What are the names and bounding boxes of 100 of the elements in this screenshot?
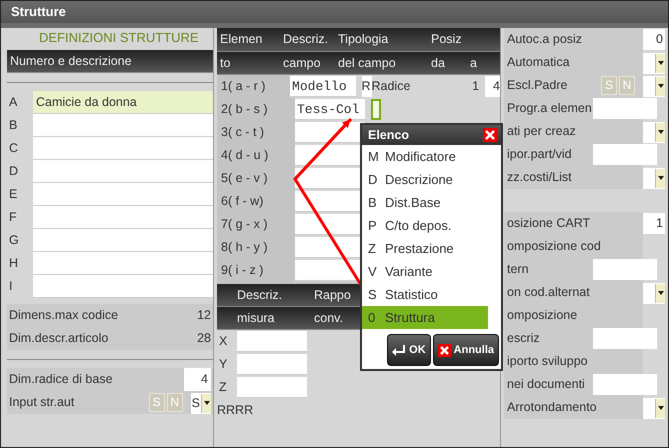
measure-label: Y [218, 356, 228, 373]
measure-label: Z [218, 379, 228, 396]
setting-value: 12 [197, 307, 211, 324]
description-field[interactable]: Tess-Col [295, 99, 365, 120]
type-name: Radice [372, 78, 410, 95]
column-header: Descriz. [237, 287, 284, 304]
setting-label: omposizione [504, 304, 643, 327]
column-header: conv. [314, 310, 344, 327]
description-field[interactable] [33, 229, 213, 252]
list-item[interactable]: V Variante [362, 260, 488, 283]
element-label: 5( e - v ) [217, 167, 295, 190]
position-from: 1 [471, 78, 480, 95]
setting-label: Input str.aut [9, 394, 74, 411]
type-field[interactable] [371, 99, 381, 120]
row-letter: D [8, 163, 20, 180]
dropdown-field[interactable] [643, 76, 665, 96]
column-header: Tipologia [337, 31, 390, 48]
column-header: Numero e descrizione [7, 50, 213, 73]
dropdown-arrow-icon [658, 130, 664, 134]
input-field[interactable] [593, 259, 657, 280]
measure-field[interactable] [237, 331, 307, 352]
measure-field[interactable] [237, 377, 307, 398]
row-letter: I [8, 278, 14, 295]
setting-label: Dim.descr.articolo [9, 330, 108, 347]
dropdown-arrow-icon [658, 84, 664, 88]
description-field[interactable]: Modello [290, 76, 356, 97]
window-title: Strutture [1, 1, 668, 28]
setting-label: on cod.alternat [504, 281, 643, 304]
setting-label: ati per creaz [504, 120, 643, 143]
column-header: Posiz [430, 31, 463, 48]
element-label: 9( i - z ) [217, 259, 295, 282]
row-letter: B [8, 117, 18, 134]
number-field[interactable]: 4 [184, 368, 211, 391]
dropdown-field[interactable] [643, 52, 665, 74]
description-field[interactable] [33, 114, 213, 137]
column-header: Rappo [314, 287, 352, 304]
measure-label: X [218, 333, 228, 350]
description-field[interactable] [33, 206, 213, 229]
setting-label: Arrotondamento [504, 396, 643, 419]
column-header: a [469, 55, 478, 72]
list-item[interactable]: S Statistico [362, 283, 488, 306]
dropdown-arrow-icon [658, 176, 664, 180]
setting-label: Automatica [504, 51, 643, 74]
dropdown-field[interactable] [643, 398, 665, 418]
list-item[interactable]: B Dist.Base [362, 191, 488, 214]
dropdown-arrow-icon [658, 406, 664, 410]
element-label: 1( a - r ) [217, 75, 290, 98]
setting-value: 28 [197, 330, 211, 347]
enter-icon [392, 344, 406, 356]
description-field[interactable] [33, 137, 213, 160]
dropdown-arrow-icon [658, 291, 664, 295]
popup-title: Elenco [368, 127, 409, 144]
column-header: to [219, 55, 232, 72]
setting-label: Autoc.a posiz [504, 28, 643, 51]
setting-value[interactable]: 1 [643, 213, 665, 234]
measure-field[interactable] [237, 354, 307, 375]
dropdown-arrow-icon [204, 401, 210, 405]
ok-button[interactable]: OK [387, 334, 431, 366]
row-letter: C [8, 140, 20, 157]
list-item[interactable]: P C/to depos. [362, 214, 488, 237]
input-field[interactable] [593, 374, 657, 395]
element-label: 2( b - s ) [217, 98, 295, 121]
column-header: da [430, 55, 446, 72]
row-letter: A [8, 94, 18, 111]
description-field[interactable] [33, 183, 213, 206]
list-item[interactable]: Z Prestazione [362, 237, 488, 260]
element-label: 3( c - t ) [217, 121, 295, 144]
dropdown-field[interactable] [643, 168, 665, 188]
setting-label: Dim.radice di base [9, 371, 113, 388]
description-field[interactable]: Camicie da donna [33, 91, 213, 114]
type-field[interactable]: R [362, 76, 372, 97]
setting-label: zz.costi/List [504, 166, 643, 189]
list-item[interactable]: 0 Struttura [362, 306, 488, 329]
description-field[interactable] [33, 275, 213, 298]
dropdown-field[interactable] [643, 282, 665, 304]
column-header: Descriz. [282, 31, 330, 48]
input-field[interactable] [593, 144, 657, 165]
setting-value[interactable]: 0 [643, 29, 665, 50]
close-icon [438, 344, 451, 356]
setting-label: omposizione cod [504, 235, 643, 258]
input-field[interactable] [593, 98, 657, 119]
footer-text: RRRR [217, 402, 254, 419]
column-header: del campo [337, 55, 397, 72]
input-field[interactable] [593, 328, 657, 349]
position-to-field[interactable]: 4 [485, 76, 500, 97]
dropdown-field[interactable] [643, 122, 665, 142]
description-field[interactable] [33, 160, 213, 183]
list-item[interactable]: D Descrizione [362, 168, 488, 191]
list-item[interactable]: M Modificatore [362, 145, 488, 168]
column-header: misura [237, 310, 276, 327]
setting-label: Escl.Padre [507, 77, 568, 94]
dropdown-field[interactable]: S [190, 392, 211, 414]
row-letter: F [8, 209, 18, 226]
cancel-button[interactable]: Annulla [432, 334, 499, 366]
element-label: 6( f - w) [217, 190, 295, 213]
row-letter: H [8, 255, 20, 272]
close-icon[interactable] [483, 128, 497, 142]
description-field[interactable] [33, 252, 213, 275]
element-label: 7( g - x ) [217, 213, 295, 236]
row-letter: G [8, 232, 20, 249]
